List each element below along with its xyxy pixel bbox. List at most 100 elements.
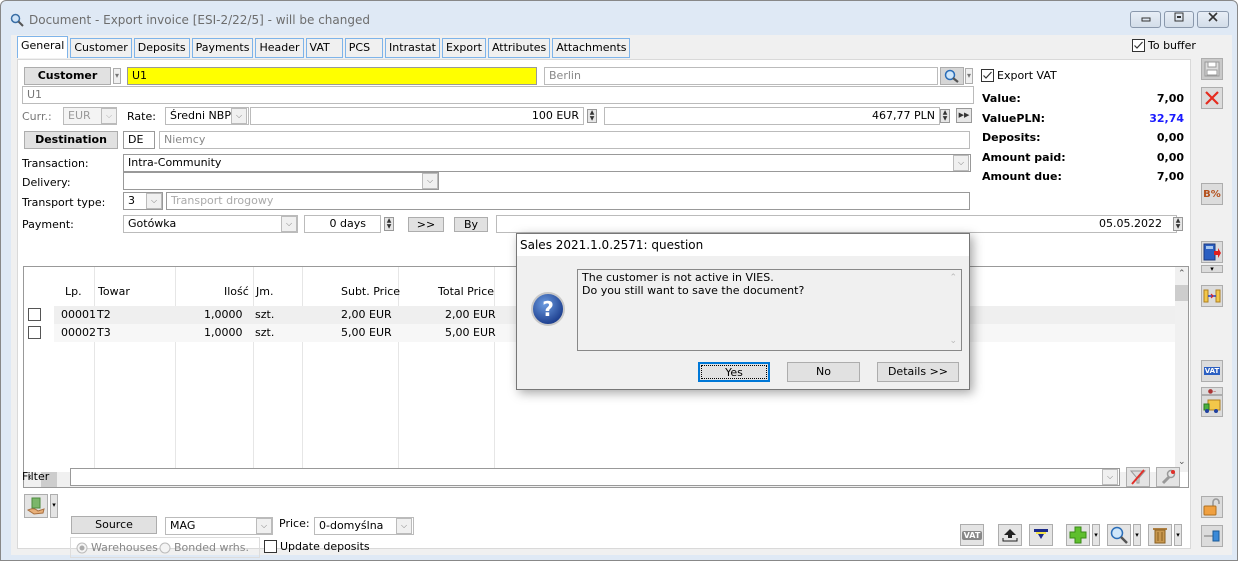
row-checkbox[interactable] <box>28 326 41 339</box>
yes-button[interactable]: Yes <box>698 362 770 382</box>
rate-amount-spinner[interactable]: ▲ ▼ <box>587 109 597 123</box>
discount-button[interactable]: B% <box>1201 183 1223 205</box>
update-deposits-label: Update deposits <box>280 540 370 553</box>
vertical-scrollbar[interactable]: ⌃ ⌄ <box>1175 267 1188 472</box>
column-header-lp[interactable]: Lp. <box>65 285 82 298</box>
add-item-button[interactable] <box>1066 524 1090 546</box>
tab-customer[interactable]: Customer <box>70 38 132 58</box>
message-scroll-up-icon[interactable]: ⌃ <box>949 272 957 285</box>
payment-days-input[interactable]: 0 days <box>304 215 381 233</box>
delete-item-button[interactable] <box>1148 524 1172 546</box>
row-checkbox[interactable] <box>28 308 41 321</box>
column-header-jm[interactable]: Jm. <box>256 285 273 298</box>
filter-settings-button[interactable] <box>1156 467 1180 487</box>
customer-search-button[interactable] <box>940 67 964 85</box>
shipping-button[interactable] <box>1201 395 1223 417</box>
search-icon <box>1110 526 1128 544</box>
column-header-subt-price[interactable]: Subt. Price <box>341 285 400 298</box>
import-down-button[interactable] <box>1029 524 1053 546</box>
bonded-label: Bonded wrhs. <box>174 541 250 554</box>
tab-payments[interactable]: Payments <box>191 38 254 58</box>
details-button[interactable]: Details >> <box>877 362 959 382</box>
customer-search-menu-arrow[interactable]: ▾ <box>965 68 973 84</box>
close-icon <box>1208 12 1218 22</box>
transaction-dropdown-arrow[interactable]: ⌵ <box>953 155 969 171</box>
payment-date-spinner[interactable]: ▲ ▼ <box>1173 217 1183 231</box>
rate-pln-input[interactable]: 467,77 PLN <box>604 107 940 125</box>
maximize-button[interactable] <box>1164 11 1194 28</box>
view-item-menu-arrow[interactable]: ▾ <box>1133 524 1141 546</box>
rate-pln-spinner[interactable]: ▲ ▼ <box>940 109 950 123</box>
delete-item-menu-arrow[interactable]: ▾ <box>1174 524 1182 546</box>
payment-forward-button[interactable]: >> <box>408 217 444 232</box>
rate-type-dropdown-arrow[interactable]: ⌵ <box>231 108 247 124</box>
bonded-radio[interactable]: Bonded wrhs. <box>159 541 249 554</box>
value-pln-amount: 32,74 <box>1149 112 1184 125</box>
rate-amount-input[interactable]: 100 EUR <box>250 107 584 125</box>
fast-forward-button[interactable]: ▶▶ <box>956 108 972 123</box>
to-buffer-checkbox[interactable]: To buffer <box>1132 39 1196 52</box>
payment-date-input[interactable]: 05.05.2022 <box>496 215 1177 233</box>
delivery-dropdown-arrow[interactable]: ⌵ <box>422 173 438 189</box>
cell-jm: szt. <box>255 308 275 321</box>
payment-select[interactable]: Gotówka <box>123 215 298 233</box>
calculate-button[interactable] <box>1201 241 1223 263</box>
payment-days-spinner[interactable]: ▲ ▼ <box>384 217 394 231</box>
tab-intrastat[interactable]: Intrastat <box>385 38 440 58</box>
delivery-select[interactable] <box>123 172 439 190</box>
export-vat-checkbox[interactable]: Export VAT <box>981 69 1057 82</box>
tab-attachments[interactable]: Attachments <box>552 38 631 58</box>
calculate-menu-arrow[interactable]: ▾ <box>1201 265 1223 273</box>
filter-input[interactable] <box>70 468 1120 486</box>
link-documents-button[interactable] <box>1201 285 1223 307</box>
save-button[interactable] <box>1201 58 1223 80</box>
transport-dropdown-arrow[interactable]: ⌵ <box>146 193 162 209</box>
destination-button[interactable]: Destination <box>24 131 118 149</box>
close-button[interactable] <box>1197 11 1229 28</box>
source-button[interactable]: Source <box>71 516 157 534</box>
currency-label: Curr.: <box>22 110 52 123</box>
update-deposits-checkbox[interactable]: Update deposits <box>264 540 370 553</box>
warehouses-radio[interactable]: Warehouses <box>76 541 158 554</box>
column-header-total-price[interactable]: Total Price <box>438 285 494 298</box>
payment-hand-menu-arrow[interactable]: ▾ <box>50 494 58 518</box>
no-button[interactable]: No <box>787 362 860 382</box>
view-item-button[interactable] <box>1107 524 1131 546</box>
contact-button[interactable]: ●– <box>1201 387 1223 395</box>
transaction-select[interactable]: Intra-Community <box>123 154 971 172</box>
magnifier-icon <box>10 13 24 27</box>
customer-button[interactable]: Customer <box>24 67 111 85</box>
tab-export[interactable]: Export <box>441 38 486 58</box>
tab-pcs[interactable]: PCS <box>344 38 384 58</box>
source-dropdown-arrow[interactable]: ⌵ <box>256 518 272 534</box>
scroll-down-icon[interactable]: ⌄ <box>1178 457 1186 467</box>
tab-attributes[interactable]: Attributes <box>487 38 551 58</box>
customer-code-input[interactable]: U1 <box>127 67 537 85</box>
message-scroll-down-icon[interactable]: ⌄ <box>949 335 957 348</box>
payment-by-button[interactable]: By <box>454 217 488 232</box>
vertical-scroll-thumb[interactable] <box>1175 285 1188 301</box>
vat-button[interactable]: VAT <box>960 524 984 546</box>
tab-deposits[interactable]: Deposits <box>133 38 190 58</box>
add-item-menu-arrow[interactable]: ▾ <box>1092 524 1100 546</box>
price-dropdown-arrow[interactable]: ⌵ <box>396 518 412 534</box>
export-up-button[interactable] <box>998 524 1022 546</box>
minimize-button[interactable] <box>1130 11 1161 28</box>
column-header-ilosc[interactable]: Ilość <box>224 285 249 298</box>
cancel-button[interactable] <box>1201 87 1223 109</box>
lock-button[interactable] <box>1201 496 1223 518</box>
scroll-up-icon[interactable]: ⌃ <box>1178 269 1186 279</box>
clear-filter-button[interactable] <box>1126 467 1150 487</box>
pin-button[interactable] <box>1201 525 1223 547</box>
column-header-towar[interactable]: Towar <box>98 285 130 298</box>
payment-hand-button[interactable] <box>24 494 48 518</box>
vat-register-button[interactable]: VAT <box>1201 360 1223 382</box>
tab-header[interactable]: Header <box>255 38 304 58</box>
customer-menu-arrow[interactable]: ▾ <box>113 68 121 84</box>
tab-vat[interactable]: VAT <box>305 38 343 58</box>
filter-dropdown-arrow[interactable]: ⌵ <box>1102 469 1118 485</box>
destination-code-input[interactable]: DE <box>123 131 155 149</box>
payment-dropdown-arrow[interactable]: ⌵ <box>281 216 297 232</box>
tab-general[interactable]: General <box>17 36 69 58</box>
currency-dropdown-arrow[interactable]: ⌵ <box>101 108 117 124</box>
